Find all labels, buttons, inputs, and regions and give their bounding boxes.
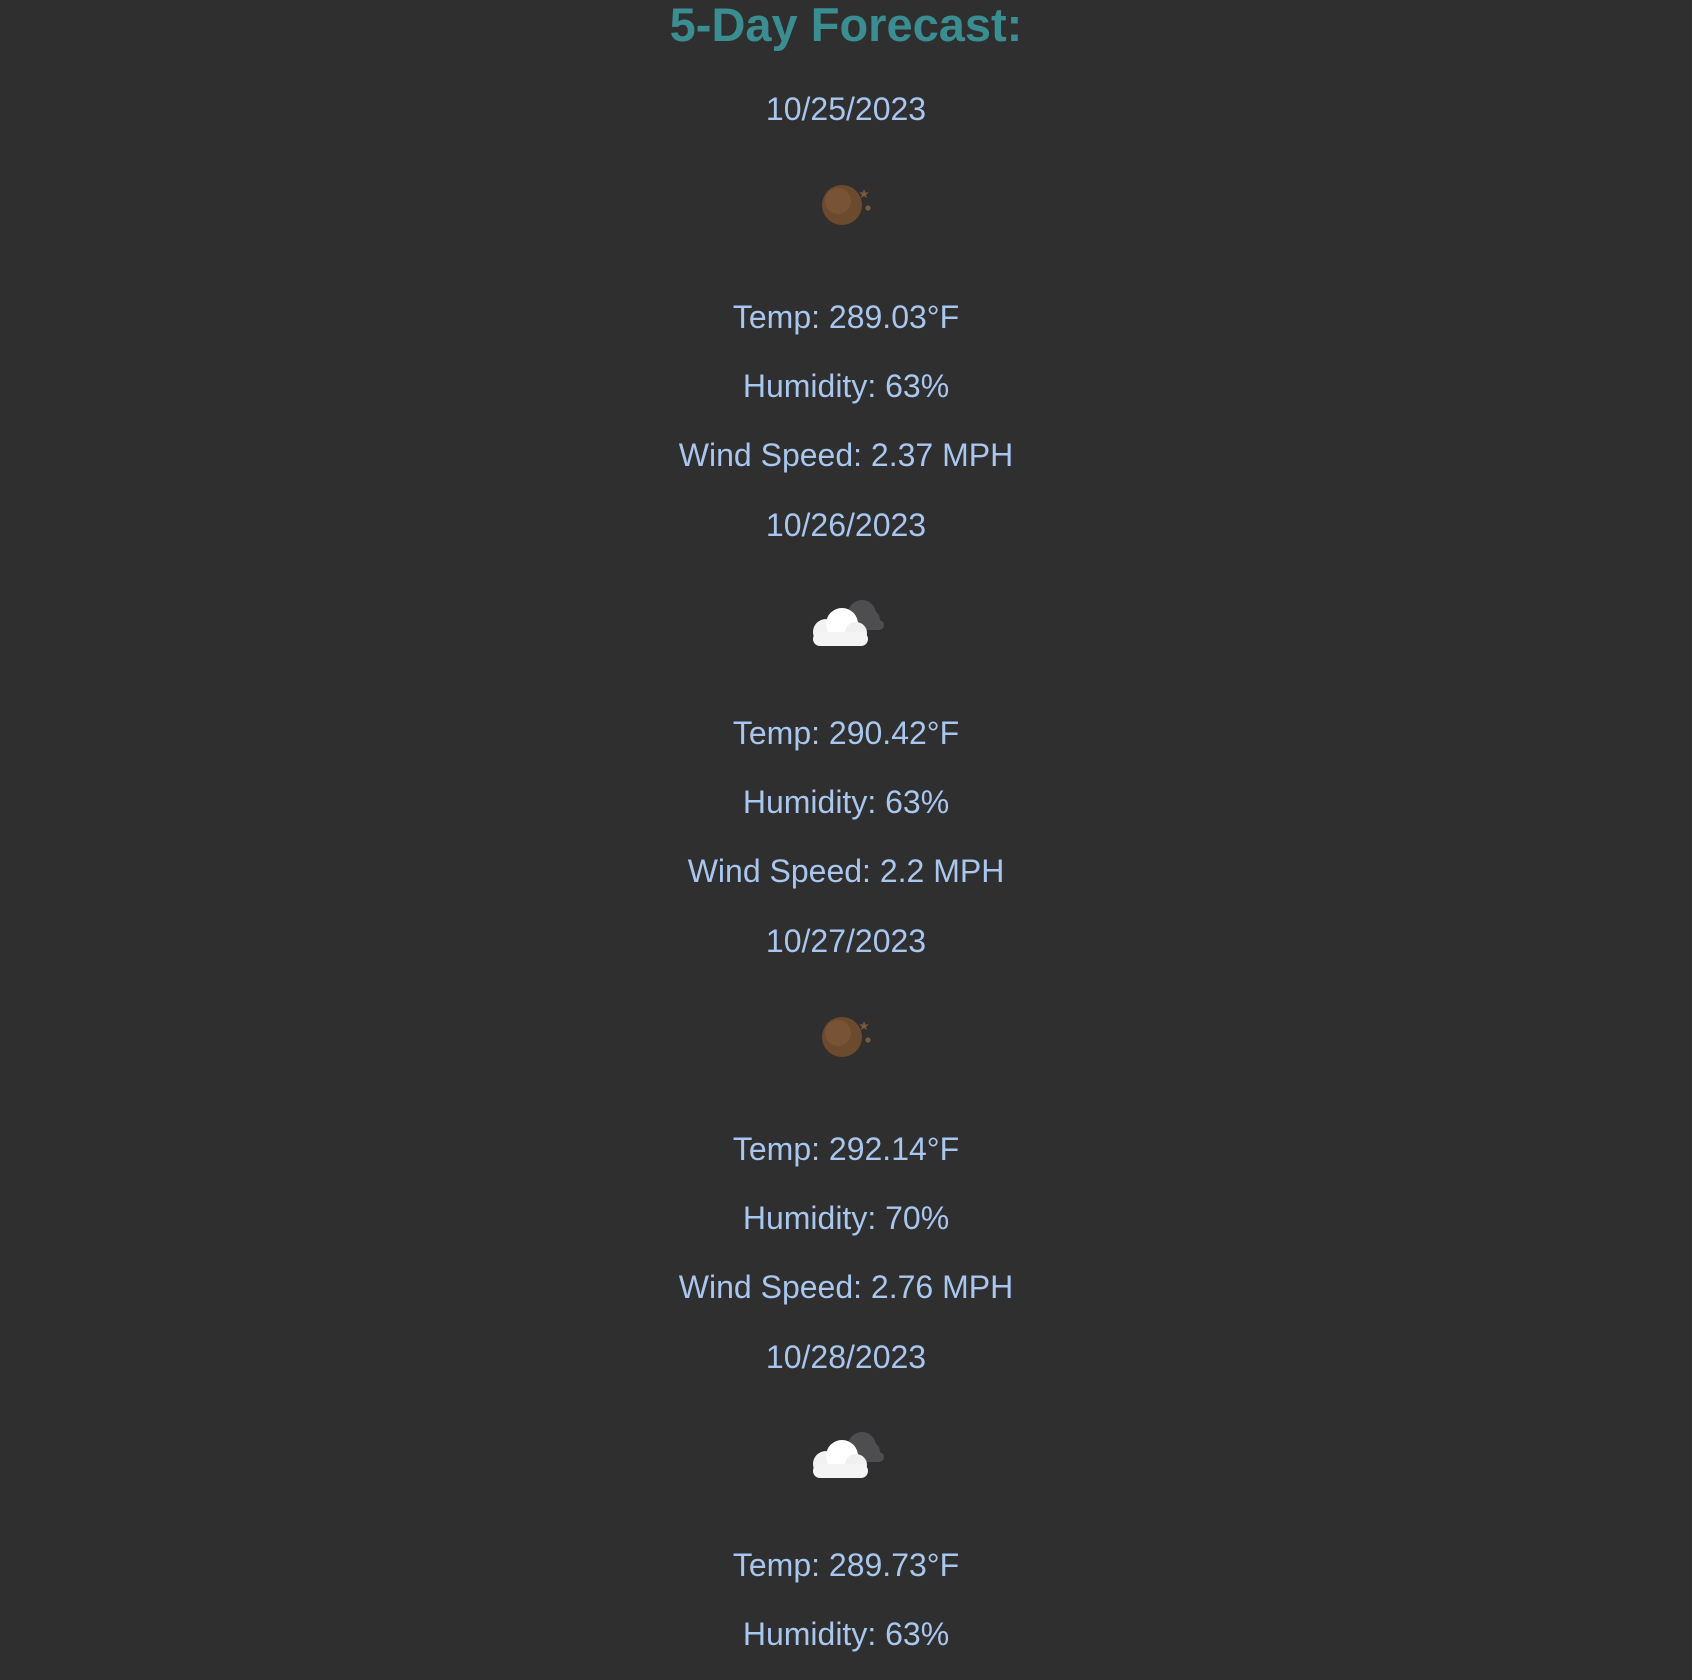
forecast-wind-speed: Wind Speed: 2.2 MPH [687, 853, 1005, 889]
forecast-date: 10/28/2023 [765, 1339, 927, 1375]
forecast-wind-speed: Wind Speed: 2.76 MPH [678, 1269, 1014, 1305]
forecast-temp: Temp: 289.03°F [732, 299, 960, 335]
forecast-page: 5-Day Forecast: 10/25/2023 Temp: 289.03°… [0, 0, 1692, 1680]
forecast-temp: Temp: 290.42°F [732, 715, 960, 751]
forecast-humidity: Humidity: 63% [742, 368, 950, 404]
forecast-humidity: Humidity: 63% [742, 784, 950, 820]
forecast-date: 10/26/2023 [765, 507, 927, 543]
forecast-wind-speed: Wind Speed: 2.37 MPH [678, 437, 1014, 473]
forecast-humidity: Humidity: 70% [742, 1200, 950, 1236]
forecast-date: 10/27/2023 [765, 923, 927, 959]
forecast-heading: 5-Day Forecast: [669, 0, 1023, 51]
forecast-temp: Temp: 289.73°F [732, 1547, 960, 1583]
cloud-moon-icon [796, 1418, 896, 1488]
cloud-moon-icon [796, 586, 896, 656]
moon-night-icon [796, 1002, 896, 1072]
forecast-date: 10/25/2023 [765, 91, 927, 127]
moon-night-icon [796, 170, 896, 240]
forecast-humidity: Humidity: 63% [742, 1616, 950, 1652]
forecast-temp: Temp: 292.14°F [732, 1131, 960, 1167]
